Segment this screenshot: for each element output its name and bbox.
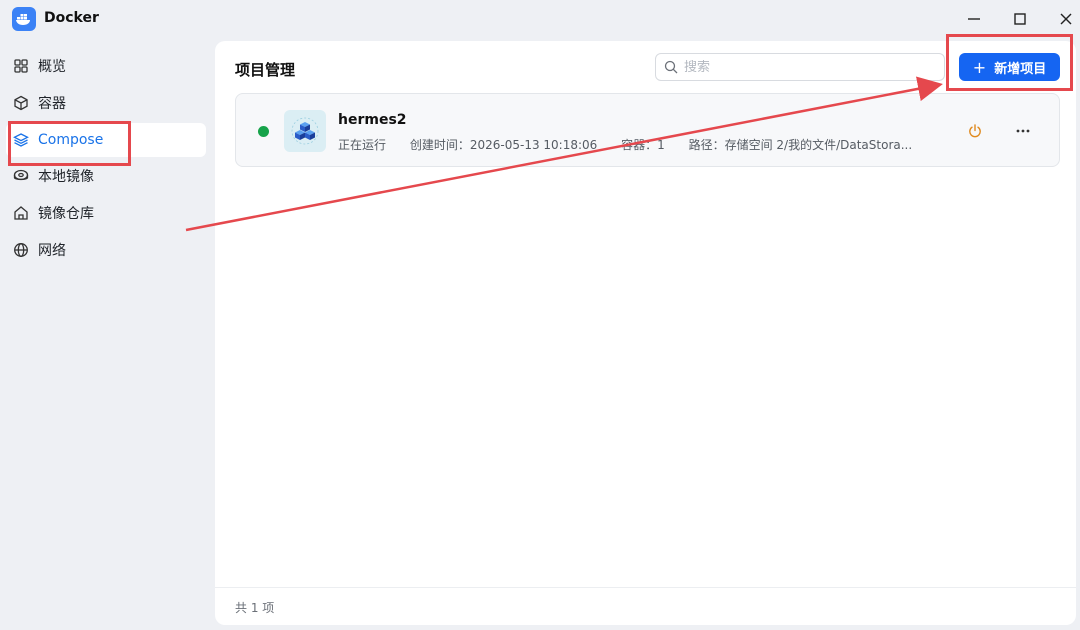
sidebar-item-containers[interactable]: 容器	[6, 86, 206, 120]
maximize-button[interactable]	[1008, 8, 1032, 30]
sidebar-item-label: 本地镜像	[38, 169, 94, 185]
project-path: 路径：存储空间 2/我的文件/DataStora...	[688, 138, 913, 152]
more-dots-icon	[1016, 129, 1030, 133]
status-dot	[258, 126, 269, 137]
item-count: 共 1 项	[235, 601, 275, 615]
cube-icon	[12, 94, 30, 112]
more-options-button[interactable]	[1012, 120, 1034, 142]
power-button[interactable]	[964, 120, 986, 142]
sidebar-item-overview[interactable]: 概览	[6, 49, 206, 83]
project-status: 正在运行	[338, 138, 387, 152]
project-name[interactable]: hermes2	[338, 112, 407, 128]
app-title: Docker	[44, 10, 99, 26]
search-icon	[664, 60, 678, 74]
globe-icon	[12, 241, 30, 259]
project-meta: 正在运行 创建时间：2026-05-13 10:18:06 容器：1 路径：存储…	[338, 136, 932, 153]
annotation-box-compose	[8, 121, 131, 166]
grid-icon	[12, 57, 30, 75]
power-icon	[969, 124, 981, 138]
sidebar-item-registry[interactable]: 镜像仓库	[6, 196, 206, 230]
sidebar-item-label: 概览	[38, 59, 66, 75]
docker-logo-icon	[12, 7, 36, 31]
minimize-icon	[968, 18, 980, 20]
sidebar-item-label: 网络	[38, 243, 66, 259]
sidebar-item-network[interactable]: 网络	[6, 233, 206, 267]
footer-divider	[215, 587, 1076, 588]
main-panel: 项目管理 + 新增项目 hermes2 正在运行	[215, 41, 1076, 625]
project-cubes-icon	[284, 110, 326, 152]
close-button[interactable]	[1054, 8, 1078, 30]
project-created: 创建时间：2026-05-13 10:18:06	[409, 138, 598, 152]
page-title: 项目管理	[235, 61, 296, 79]
maximize-icon	[1014, 13, 1026, 25]
title-bar: Docker	[0, 0, 1080, 38]
close-icon	[1060, 13, 1072, 25]
minimize-button[interactable]	[962, 8, 986, 30]
search-box[interactable]	[655, 53, 945, 81]
sidebar-item-label: 镜像仓库	[38, 206, 94, 222]
search-input[interactable]	[684, 59, 924, 75]
annotation-box-add-project	[946, 34, 1073, 91]
project-card[interactable]: hermes2 正在运行 创建时间：2026-05-13 10:18:06 容器…	[235, 93, 1060, 167]
project-containers: 容器：1	[621, 138, 665, 152]
disk-icon	[12, 167, 30, 185]
sidebar-item-label: 容器	[38, 96, 66, 112]
house-icon	[12, 204, 30, 222]
